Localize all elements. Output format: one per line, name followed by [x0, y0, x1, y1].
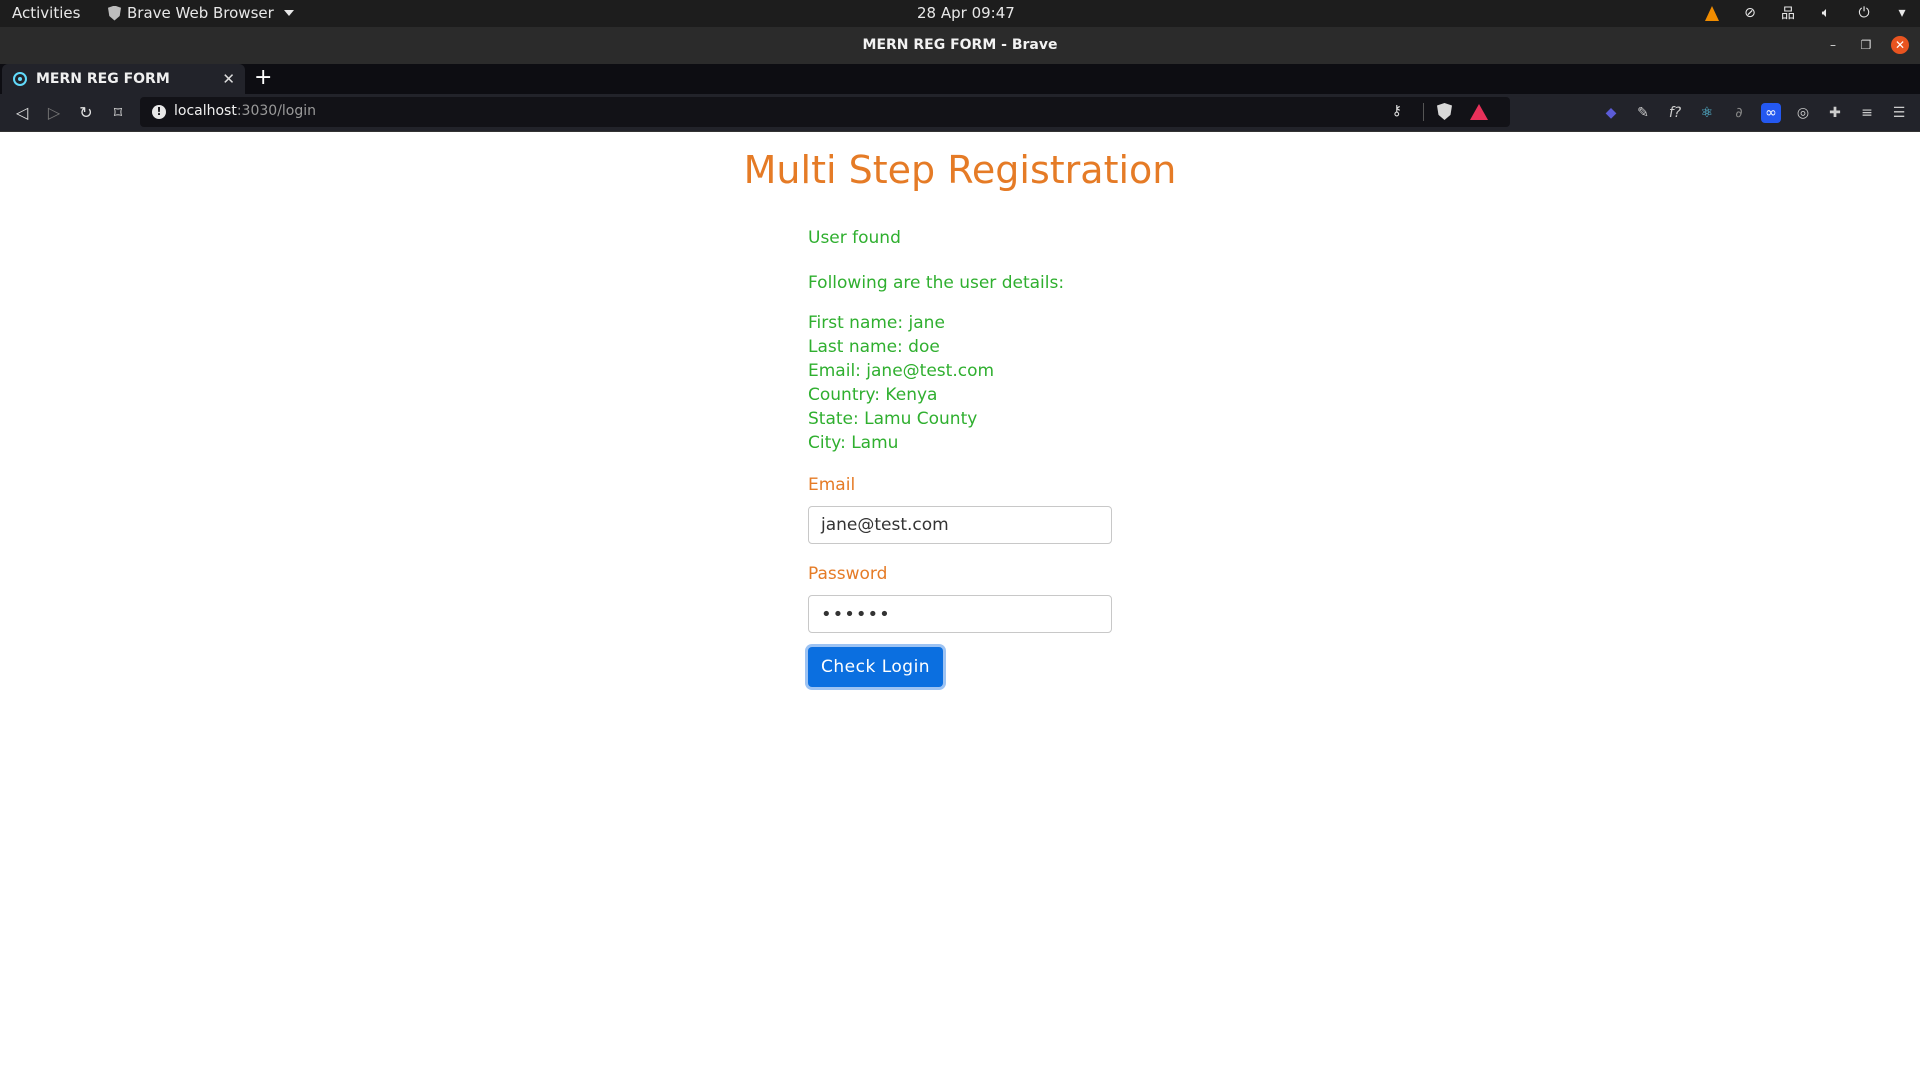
page-content: Multi Step Registration User found Follo…	[0, 132, 1920, 1080]
puzzle-icon[interactable]: ✚	[1825, 103, 1845, 123]
detail-city: City: Lamu	[808, 433, 899, 453]
app-menu-label: Brave Web Browser	[127, 4, 274, 22]
minimize-button[interactable]: –	[1824, 36, 1842, 54]
system-top-bar: Activities Brave Web Browser 28 Apr 09:4…	[0, 0, 1920, 27]
password-input[interactable]: ••••••	[808, 595, 1112, 633]
new-tab-button[interactable]: +	[254, 66, 272, 90]
react-devtools-icon[interactable]: ⚛	[1697, 103, 1717, 123]
target-icon[interactable]: ◎	[1793, 103, 1813, 123]
color-picker-icon[interactable]: ✎	[1633, 103, 1653, 123]
brave-logo-icon	[108, 5, 121, 21]
ethereum-wallet-icon[interactable]: ◆	[1601, 103, 1621, 123]
login-panel: User found Following are the user detail…	[808, 226, 1128, 687]
site-info-icon[interactable]: !	[152, 105, 166, 119]
close-tab-icon[interactable]: ✕	[222, 70, 235, 88]
function-icon[interactable]: f?	[1665, 103, 1685, 123]
detail-last-name: Last name: doe	[808, 337, 940, 357]
system-tray[interactable]: ⊘ 品 🔈︎ ⏻ ▾	[1704, 3, 1910, 23]
tab-strip: MERN REG FORM ✕ +	[0, 64, 1920, 94]
sync-icon[interactable]: ⊘	[1742, 5, 1758, 21]
user-details: First name: jane Last name: doe Email: j…	[808, 311, 1128, 455]
back-button[interactable]: ◁	[12, 103, 32, 123]
window-title-bar[interactable]: MERN REG FORM - Brave – ❐ ✕	[0, 27, 1920, 64]
forward-button[interactable]: ▷	[44, 103, 64, 123]
bookmark-icon[interactable]: ⌑	[108, 103, 128, 123]
password-label: Password	[808, 564, 888, 584]
volume-icon[interactable]: 🔈︎	[1818, 5, 1834, 21]
page-title: Multi Step Registration	[743, 148, 1177, 192]
power-icon[interactable]: ⏻	[1856, 5, 1872, 21]
detail-email: Email: jane@test.com	[808, 361, 995, 381]
restore-button[interactable]: ❐	[1857, 36, 1875, 54]
activities-button[interactable]: Activities	[12, 4, 80, 22]
url-text[interactable]: localhost:3030/login	[174, 103, 316, 119]
redux-icon[interactable]: ∂	[1729, 103, 1749, 123]
detail-first-name: First name: jane	[808, 313, 945, 333]
window-title: MERN REG FORM - Brave	[862, 37, 1058, 53]
detail-state: State: Lamu County	[808, 409, 978, 429]
media-icon[interactable]: ≡	[1857, 103, 1877, 123]
url-path: :3030/login	[236, 103, 317, 119]
browser-toolbar: ◁ ▷ ↻ ⌑ ! localhost:3030/login ⚷ ◆ ✎ f? …	[0, 94, 1920, 132]
status-message: User found	[808, 228, 901, 248]
network-icon[interactable]: 品	[1780, 5, 1796, 22]
menu-icon[interactable]: ☰	[1889, 103, 1909, 123]
chevron-down-icon[interactable]: ▾	[1894, 5, 1910, 21]
check-login-button[interactable]: Check Login	[808, 647, 944, 687]
detail-country: Country: Kenya	[808, 385, 938, 405]
email-label: Email	[808, 475, 856, 495]
messenger-icon[interactable]: ∞	[1761, 103, 1781, 123]
divider	[1423, 103, 1424, 121]
password-key-icon[interactable]: ⚷	[1392, 103, 1402, 119]
details-intro: Following are the user details:	[808, 273, 1065, 293]
tab-mern-reg-form[interactable]: MERN REG FORM ✕	[2, 64, 245, 94]
url-host: localhost	[174, 103, 237, 119]
clock[interactable]: 28 Apr 09:47	[917, 4, 1015, 22]
reload-button[interactable]: ↻	[76, 103, 96, 123]
react-favicon-icon	[13, 72, 27, 86]
brave-shields-icon[interactable]	[1437, 103, 1452, 120]
chevron-down-icon	[283, 10, 294, 16]
address-bar[interactable]: ! localhost:3030/login ⚷	[140, 97, 1510, 127]
vlc-icon[interactable]	[1704, 5, 1720, 21]
close-window-button[interactable]: ✕	[1891, 36, 1909, 54]
app-menu[interactable]: Brave Web Browser	[108, 4, 294, 22]
brave-rewards-icon[interactable]	[1470, 104, 1488, 120]
tab-label: MERN REG FORM	[36, 71, 170, 87]
email-input[interactable]: jane@test.com	[808, 506, 1112, 544]
